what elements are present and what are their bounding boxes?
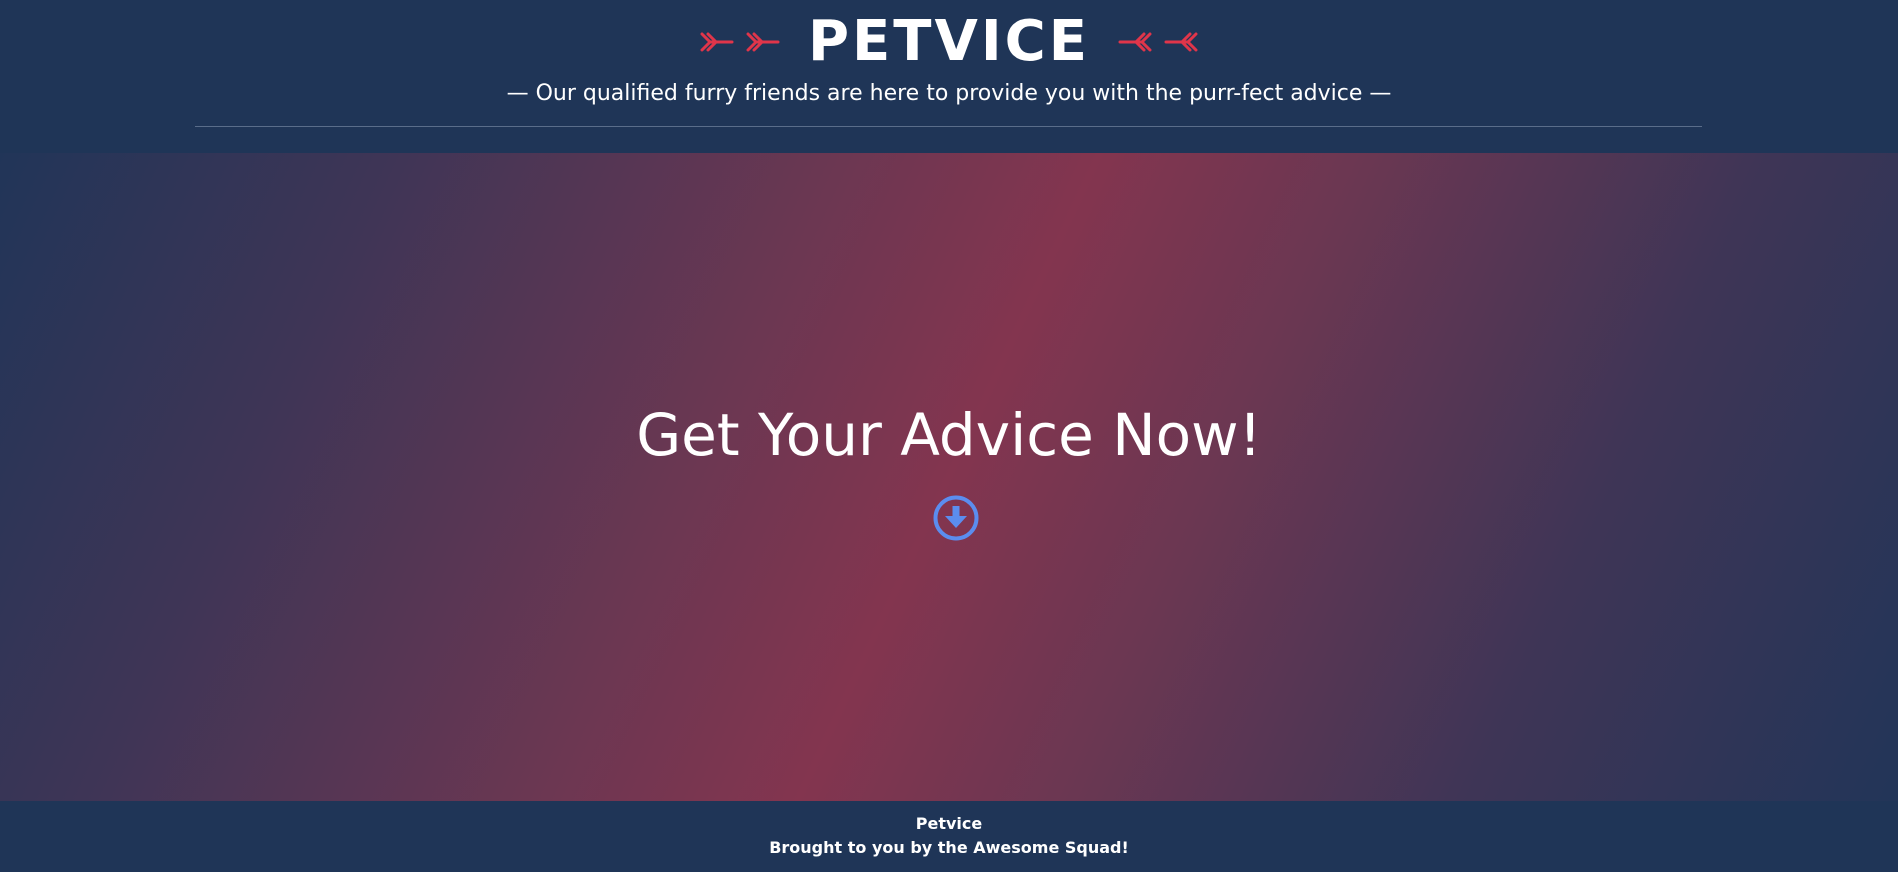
- site-footer: Petvice Brought to you by the Awesome Sq…: [0, 801, 1898, 872]
- left-ornament: [700, 4, 780, 80]
- tagline: — Our qualified furry friends are here t…: [506, 81, 1392, 106]
- hero-title: Get Your Advice Now!: [636, 401, 1262, 469]
- hero-section: Get Your Advice Now!: [0, 153, 1898, 801]
- arrow-left-icon: [1164, 31, 1198, 53]
- right-ornament: [1118, 4, 1198, 80]
- site-header: PETVICE — Our qualified furry friends ar…: [0, 0, 1898, 153]
- arrow-right-icon: [746, 31, 780, 53]
- footer-brand: Petvice: [915, 814, 983, 833]
- footer-credit: Brought to you by the Awesome Squad!: [769, 838, 1129, 857]
- arrow-circle-down-icon: [932, 495, 980, 546]
- header-divider: [195, 126, 1702, 127]
- title-row: PETVICE: [0, 4, 1898, 80]
- site-logo-title: PETVICE: [807, 9, 1091, 74]
- arrow-right-icon: [700, 31, 734, 53]
- scroll-down-button[interactable]: [932, 494, 980, 542]
- arrow-left-icon: [1118, 31, 1152, 53]
